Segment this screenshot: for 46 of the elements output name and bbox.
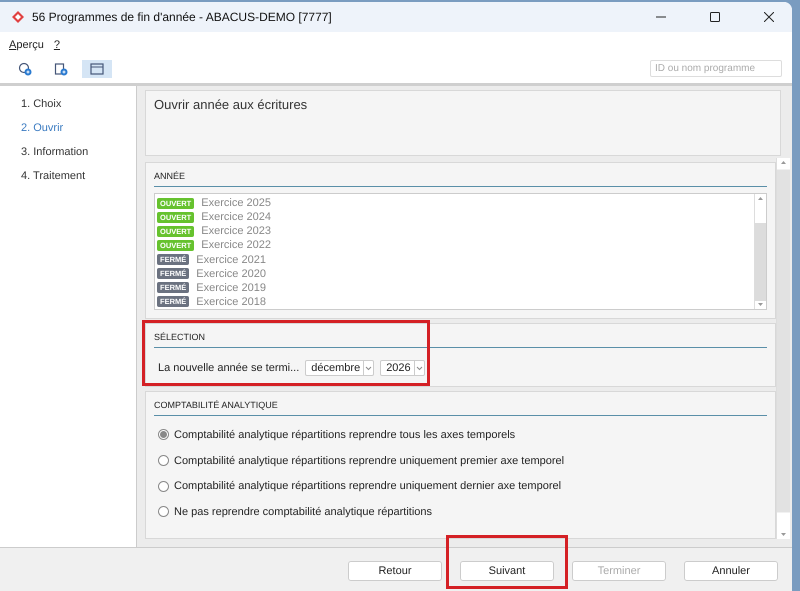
section-title: COMPTABILITÉ ANALYTIQUE <box>154 394 767 416</box>
year-item[interactable]: Exercice 2023 <box>201 225 271 238</box>
menu-item[interactable]: ? <box>54 39 60 51</box>
wizard-button[interactable]: Annuler <box>684 560 778 580</box>
radio-button[interactable] <box>158 455 169 466</box>
year-item[interactable]: Exercice 2019 <box>196 282 266 294</box>
year-item[interactable]: Exercice 2025 <box>201 197 271 210</box>
option-label: Comptabilité analytique répartitions reprendre tous les axes temporels <box>174 428 516 441</box>
caret-icon <box>414 361 424 375</box>
radio-button[interactable] <box>158 429 169 440</box>
step-item[interactable]: 4. Traitement <box>21 170 136 182</box>
scrollbar[interactable] <box>754 194 766 309</box>
window-title: 56 Programmes de fin d'année - ABACUS-DEMO [7777] <box>32 10 333 24</box>
step-item[interactable]: 1. Choix <box>21 98 136 110</box>
year-item[interactable]: Exercice 2022 <box>201 239 271 252</box>
section-title: ANNÉE <box>154 165 767 187</box>
chat-add-icon <box>18 62 32 76</box>
month-dropdown[interactable]: décembre <box>305 360 374 376</box>
section-title: SÉLECTION <box>154 326 767 348</box>
scrollbar[interactable] <box>776 158 790 539</box>
caret-icon <box>363 361 374 375</box>
year-item[interactable]: Exercice 2021 <box>196 254 266 266</box>
minimize-icon <box>656 16 666 18</box>
radio-button[interactable] <box>158 480 169 492</box>
maximize-icon <box>710 12 720 22</box>
window-icon <box>90 62 104 74</box>
toolbar-button[interactable] <box>82 60 112 78</box>
year-dropdown[interactable]: 2026 <box>380 360 425 376</box>
search-field[interactable]: ID ou nom programme <box>650 60 782 77</box>
app-logo-icon <box>12 11 24 23</box>
radio-button[interactable] <box>158 506 169 518</box>
year-item[interactable]: Exercice 2024 <box>201 211 271 224</box>
option-label: Ne pas reprendre comptabilité analytique répartitions <box>174 506 432 518</box>
menu-item[interactable]: Aperçu <box>9 39 44 51</box>
step-item[interactable]: 2. Ouvrir <box>21 122 136 134</box>
clipboard-add-icon <box>54 62 68 76</box>
step-item[interactable]: 3. Information <box>21 146 136 158</box>
year-item[interactable]: Exercice 2020 <box>196 268 266 280</box>
option-label: Comptabilité analytique répartitions reprendre uniquement premier axe temporel <box>174 454 564 467</box>
option-label: Comptabilité analytique répartitions reprendre uniquement dernier axe temporel <box>174 480 562 492</box>
year-item[interactable]: Exercice 2018 <box>196 296 266 308</box>
wizard-button[interactable]: Retour <box>348 560 442 580</box>
wizard-button[interactable]: Suivant <box>460 560 554 580</box>
page-title: Ouvrir année aux écritures <box>154 97 308 112</box>
close-icon <box>764 12 774 22</box>
field-label: La nouvelle année se termi... <box>158 362 300 374</box>
